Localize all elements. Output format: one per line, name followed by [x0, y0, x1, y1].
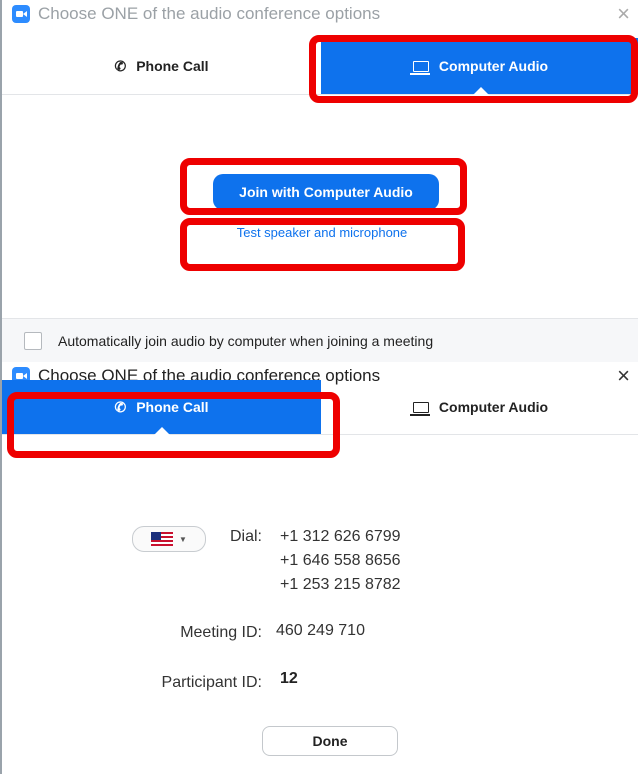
- tab-bar: ✆ Phone Call Computer Audio: [2, 38, 638, 95]
- tab-phone-call-label: Phone Call: [136, 58, 209, 74]
- dial-label: Dial:: [229, 528, 262, 545]
- phone-icon: ✆: [114, 398, 127, 415]
- phone-icon: ✆: [114, 57, 127, 74]
- bottom-audio-dialog: Choose ONE of the audio conference optio…: [0, 362, 638, 774]
- meeting-id-value: 460 249 710: [276, 622, 365, 639]
- done-button[interactable]: Done: [262, 726, 398, 756]
- auto-join-label: Automatically join audio by computer whe…: [58, 333, 434, 349]
- tab-phone-call[interactable]: ✆ Phone Call: [2, 380, 321, 435]
- us-flag-icon: [151, 532, 174, 546]
- title-bar: Choose ONE of the audio conference optio…: [2, 0, 638, 28]
- dialog-title: Choose ONE of the audio conference optio…: [38, 4, 381, 23]
- tab-computer-audio[interactable]: Computer Audio: [321, 38, 638, 95]
- zoom-app-icon: [12, 5, 30, 23]
- tab-computer-audio-label: Computer Audio: [438, 58, 549, 74]
- participant-id-label: Participant ID:: [161, 674, 262, 691]
- dial-number: +1 312 626 6799: [280, 528, 401, 545]
- test-speaker-link[interactable]: Test speaker and microphone: [182, 225, 462, 240]
- auto-join-checkbox[interactable]: [24, 332, 42, 350]
- country-select[interactable]: ▼: [132, 526, 206, 552]
- tab-phone-call[interactable]: ✆ Phone Call: [2, 38, 321, 94]
- tab-computer-audio[interactable]: Computer Audio: [321, 380, 638, 434]
- close-icon[interactable]: ×: [617, 2, 630, 26]
- tab-phone-call-label: Phone Call: [136, 399, 209, 415]
- dial-number: +1 646 558 8656: [280, 552, 401, 569]
- auto-join-footer: Automatically join audio by computer whe…: [2, 318, 638, 363]
- laptop-icon: [409, 60, 430, 75]
- tab-computer-audio-label: Computer Audio: [438, 399, 549, 415]
- tab-bar: ✆ Phone Call Computer Audio: [2, 380, 638, 435]
- top-audio-dialog: Choose ONE of the audio conference optio…: [0, 0, 638, 363]
- meeting-id-label: Meeting ID:: [180, 624, 262, 641]
- join-computer-audio-button[interactable]: Join with Computer Audio: [213, 174, 439, 210]
- chevron-down-icon: ▼: [179, 534, 187, 544]
- laptop-icon: [409, 401, 430, 416]
- dial-number: +1 253 215 8782: [280, 576, 401, 593]
- participant-id-value: 12: [280, 670, 298, 687]
